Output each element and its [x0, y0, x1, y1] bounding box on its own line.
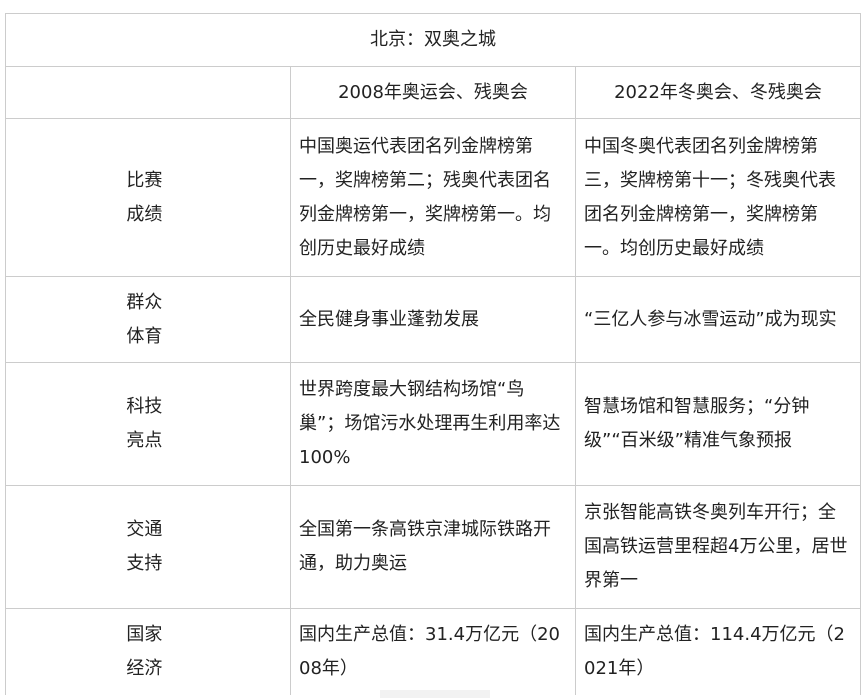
cell-2022: 智慧场馆和智慧服务；“分钟级”“百米级”精准气象预报: [574, 362, 862, 486]
cell-2008: 中国奥运代表团名列金牌榜第一，奖牌榜第二；残奥代表团名列金牌榜第一，奖牌榜第一。…: [290, 118, 576, 277]
row-label-line: 亮点: [126, 430, 163, 451]
row-label: 科技 亮点: [5, 362, 291, 486]
row-label: 交通 支持: [5, 485, 291, 609]
row-label-line: 科技: [126, 396, 163, 417]
title-row: 北京：双奥之城: [4, 13, 862, 67]
table-row-technology: 科技 亮点 世界跨度最大钢结构场馆“鸟巢”；场馆污水处理再生利用率达100% 智…: [5, 362, 862, 486]
row-label-line: 群众: [126, 291, 163, 313]
table-row-mass-sports: 群众 体育 全民健身事业蓬勃发展 “三亿人参与冰雪运动”成为现实: [5, 276, 862, 363]
row-label-line: 体育: [126, 325, 163, 347]
row-label-line: 成绩: [126, 203, 163, 225]
cell-2008: 世界跨度最大钢结构场馆“鸟巢”；场馆污水处理再生利用率达100%: [290, 362, 576, 486]
row-label-line: 交通: [126, 519, 163, 540]
cell-2022: “三亿人参与冰雪运动”成为现实: [574, 276, 862, 363]
table-row-economy: 国家 经济 国内生产总值：31.4万亿元（2008年） 国内生产总值：114.4…: [5, 608, 862, 695]
table-row-transport: 交通 支持 全国第一条高铁京津城际铁路开通，助力奥运 京张智能高铁冬奥列车开行；…: [5, 485, 862, 609]
row-label: 比赛 成绩: [5, 118, 291, 277]
cropped-watermark-strip: [380, 690, 490, 698]
row-label-line: 经济: [126, 658, 163, 679]
cell-2022: 国内生产总值：114.4万亿元（2021年）: [574, 608, 862, 695]
cell-2008: 国内生产总值：31.4万亿元（2008年）: [290, 608, 576, 695]
row-label-line: 支持: [126, 553, 163, 574]
header-2022: 2022年冬奥会、冬残奥会: [574, 66, 862, 119]
header-2008: 2008年奥运会、残奥会: [290, 66, 576, 119]
table-title: 北京：双奥之城: [4, 13, 862, 67]
header-row: 2008年奥运会、残奥会 2022年冬奥会、冬残奥会: [5, 66, 862, 119]
cell-2008: 全国第一条高铁京津城际铁路开通，助力奥运: [290, 485, 576, 609]
cell-2022: 京张智能高铁冬奥列车开行；全国高铁运营里程超4万公里，居世界第一: [574, 485, 862, 609]
row-label: 国家 经济: [5, 608, 291, 695]
table-row-results: 比赛 成绩 中国奥运代表团名列金牌榜第一，奖牌榜第二；残奥代表团名列金牌榜第一，…: [5, 118, 862, 277]
header-empty: [5, 66, 291, 119]
comparison-table: 北京：双奥之城 2008年奥运会、残奥会 2022年冬奥会、冬残奥会 比赛 成绩…: [4, 13, 862, 695]
cell-2022: 中国冬奥代表团名列金牌榜第三，奖牌榜第十一；冬残奥代表团名列金牌榜第一，奖牌榜第…: [574, 118, 862, 277]
row-label-line: 国家: [126, 624, 163, 645]
row-label: 群众 体育: [5, 276, 291, 363]
row-label-line: 比赛: [126, 169, 163, 191]
cell-2008: 全民健身事业蓬勃发展: [290, 276, 576, 363]
page: 北京：双奥之城 2008年奥运会、残奥会 2022年冬奥会、冬残奥会 比赛 成绩…: [0, 0, 866, 699]
